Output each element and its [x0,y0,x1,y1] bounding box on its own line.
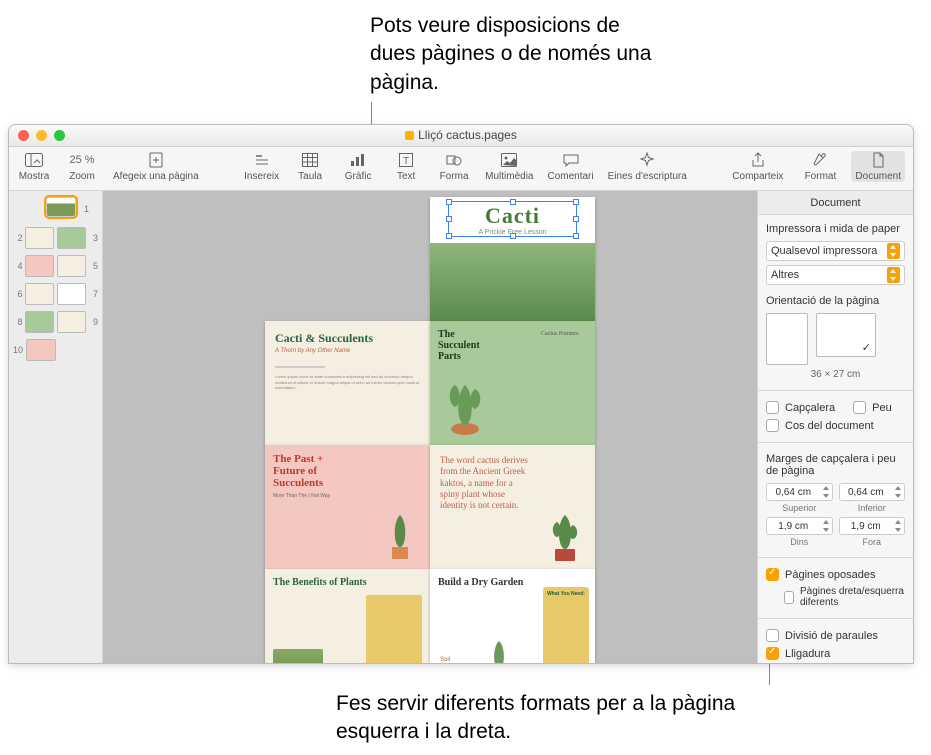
inspector-panel: Document Impressora i mida de paper Qual… [757,191,913,663]
margin-outside-field[interactable]: 1,9 cm [839,517,906,535]
comment-icon [561,151,581,169]
page-title: The Past + Future of Succulents [273,453,343,489]
checkbox-hyphenation[interactable] [766,629,779,642]
section-header: Marges de capçalera i peu de pàgina [766,453,905,477]
sidebar-icon [24,151,44,169]
page-subtitle: A Thorn by Any Other Name [275,348,420,354]
share-icon [748,151,768,169]
page-6[interactable]: The Benefits of Plants [265,569,430,663]
view-button[interactable]: Mostra [17,151,51,182]
page-title: The Benefits of Plants [273,577,422,588]
thumb-page[interactable] [25,311,54,333]
checkbox-body[interactable] [766,419,779,432]
insert-icon [252,151,272,169]
checkbox-header[interactable] [766,401,779,414]
page-thumbnails[interactable]: 1 23 45 67 89 10 [9,191,103,663]
page-text: The word cactus derives from the Ancient… [440,455,530,511]
zoom-value: 25 % [72,151,92,169]
printer-select[interactable]: Qualsevol impressora [766,241,905,261]
page-blank [265,197,430,321]
callout-top: Pots veure disposicions de dues pàgines … [370,12,670,97]
thumb-page[interactable] [57,283,86,305]
insert-button[interactable]: Insereix [244,151,279,182]
orientation-landscape[interactable]: ✓ [816,313,876,357]
checkbox-different-lr[interactable] [784,591,794,604]
page-dimensions: 36 × 27 cm [766,369,905,380]
comment-button[interactable]: Comentari [547,151,593,182]
thumb-page[interactable] [57,255,86,277]
document-button[interactable]: Document [851,151,905,182]
brush-icon [810,151,830,169]
section-header: Orientació de la pàgina [766,295,905,307]
document-canvas[interactable]: Cacti A Prickle Free Lesson Cacti & Succ… [103,191,757,663]
svg-text:T: T [403,156,409,167]
format-button[interactable]: Format [803,151,837,182]
page-7[interactable]: Build a Dry Garden What You Need: Soil R… [430,569,595,663]
page-2[interactable]: Cacti & Succulents A Thorn by Any Other … [265,321,430,445]
document-icon [868,151,888,169]
pages-window: Lliçó cactus.pages Mostra 25 % Zoom Afeg… [8,124,914,664]
thumb-page[interactable] [57,311,86,333]
share-button[interactable]: Comparteix [732,151,783,182]
chart-icon [348,151,368,169]
zoom-button[interactable]: 25 % Zoom [65,151,99,182]
page-3[interactable]: The Succulent Parts Cactus Pointers [430,321,595,445]
page-title: The Succulent Parts [438,329,498,362]
side-label: Cactus Pointers [541,331,589,337]
shape-button[interactable]: Forma [437,151,471,182]
inspector-tab-document[interactable]: Document [758,191,913,215]
page-1[interactable]: Cacti A Prickle Free Lesson [430,197,595,321]
thumb-page[interactable] [25,283,54,305]
checkbox-footer[interactable] [853,401,866,414]
shape-icon [444,151,464,169]
orientation-portrait[interactable] [766,313,808,365]
thumb-page[interactable] [57,227,86,249]
table-icon [300,151,320,169]
table-button[interactable]: Taula [293,151,327,182]
checkbox-ligature[interactable] [766,647,779,660]
media-icon [499,151,519,169]
paper-select[interactable]: Altres [766,265,905,285]
stepper-icon[interactable] [893,485,903,499]
add-page-button[interactable]: Afegeix una pàgina [113,151,199,182]
chevron-updown-icon [887,267,900,283]
callout-bottom: Fes servir diferents formats per a la pà… [336,690,756,747]
margin-inside-field[interactable]: 1,9 cm [766,517,833,535]
add-page-icon [146,151,166,169]
page-title: Cacti & Succulents [275,331,420,346]
margin-top-field[interactable]: 0,64 cm [766,483,833,501]
stepper-icon[interactable] [821,519,831,533]
chevron-updown-icon [887,243,900,259]
writing-tools-button[interactable]: Eines d'escriptura [608,151,687,182]
media-button[interactable]: Multimèdia [485,151,533,182]
thumb-page[interactable] [46,197,76,217]
checkbox-facing-pages[interactable] [766,568,779,581]
thumb-page[interactable] [26,339,56,361]
section-header: Impressora i mida de paper [766,223,905,235]
text-button[interactable]: T Text [389,151,423,182]
sparkle-icon [637,151,657,169]
page-5[interactable]: The word cactus derives from the Ancient… [430,445,595,569]
chart-button[interactable]: Gràfic [341,151,375,182]
margin-bottom-field[interactable]: 0,64 cm [839,483,906,501]
toolbar: Mostra 25 % Zoom Afegeix una pàgina Inse… [9,147,913,191]
titlebar: Lliçó cactus.pages [9,125,913,147]
thumb-page[interactable] [25,227,54,249]
stepper-icon[interactable] [893,519,903,533]
check-icon: ✓ [862,341,871,354]
page-4[interactable]: The Past + Future of Succulents More Tha… [265,445,430,569]
stepper-icon[interactable] [821,485,831,499]
thumb-page[interactable] [25,255,54,277]
text-icon: T [396,151,416,169]
window-title: Lliçó cactus.pages [9,128,913,142]
